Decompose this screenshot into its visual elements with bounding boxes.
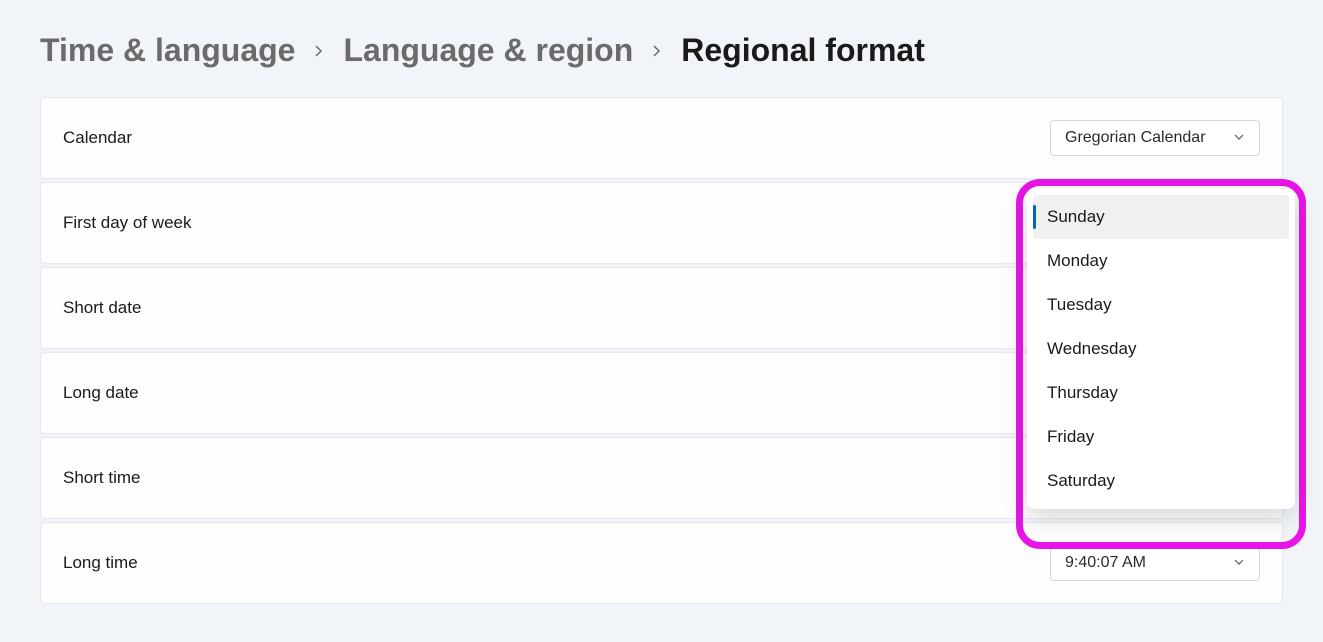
- chevron-right-icon: [651, 45, 663, 57]
- breadcrumb: Time & language Language & region Region…: [40, 32, 1283, 69]
- setting-row-calendar: Calendar Gregorian Calendar: [40, 97, 1283, 179]
- dropdown-value: Gregorian Calendar: [1065, 129, 1206, 147]
- chevron-down-icon: [1233, 556, 1245, 571]
- dropdown-option-sunday[interactable]: Sunday: [1033, 195, 1289, 239]
- breadcrumb-language-region[interactable]: Language & region: [343, 32, 633, 69]
- dropdown-option-friday[interactable]: Friday: [1033, 415, 1289, 459]
- setting-label: Short date: [63, 298, 141, 318]
- setting-row-long-time: Long time 9:40:07 AM: [40, 522, 1283, 604]
- dropdown-option-saturday[interactable]: Saturday: [1033, 459, 1289, 503]
- settings-list: Calendar Gregorian Calendar First day of…: [40, 97, 1283, 604]
- calendar-dropdown[interactable]: Gregorian Calendar: [1050, 120, 1260, 156]
- dropdown-option-tuesday[interactable]: Tuesday: [1033, 283, 1289, 327]
- setting-label: Calendar: [63, 128, 132, 148]
- setting-label: Long time: [63, 553, 138, 573]
- setting-label: First day of week: [63, 213, 192, 233]
- dropdown-option-thursday[interactable]: Thursday: [1033, 371, 1289, 415]
- breadcrumb-current: Regional format: [681, 32, 925, 69]
- long-time-dropdown[interactable]: 9:40:07 AM: [1050, 545, 1260, 581]
- dropdown-option-monday[interactable]: Monday: [1033, 239, 1289, 283]
- chevron-right-icon: [313, 45, 325, 57]
- setting-label: Long date: [63, 383, 139, 403]
- setting-label: Short time: [63, 468, 140, 488]
- first-day-dropdown-menu: Sunday Monday Tuesday Wednesday Thursday…: [1027, 189, 1295, 509]
- chevron-down-icon: [1233, 131, 1245, 146]
- breadcrumb-time-language[interactable]: Time & language: [40, 32, 295, 69]
- dropdown-option-wednesday[interactable]: Wednesday: [1033, 327, 1289, 371]
- dropdown-value: 9:40:07 AM: [1065, 554, 1146, 572]
